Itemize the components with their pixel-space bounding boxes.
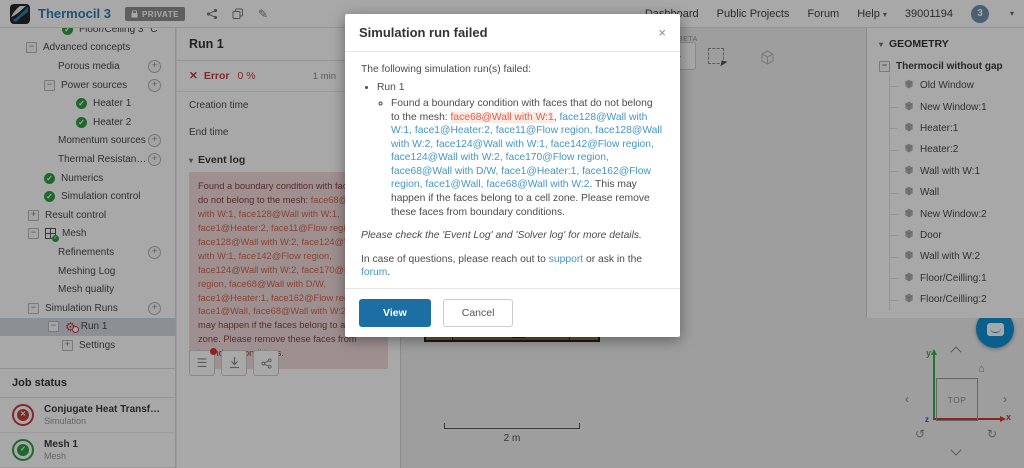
support-link[interactable]: support	[549, 254, 583, 265]
forum-link[interactable]: forum	[361, 267, 387, 278]
close-icon[interactable]: ×	[658, 26, 666, 39]
failed-run-item: Run 1 Found a boundary condition with fa…	[377, 81, 664, 219]
face-link-highlighted[interactable]: face68@Wall with W:1	[450, 111, 554, 123]
view-button[interactable]: View	[359, 299, 431, 328]
modal-title: Simulation run failed	[359, 25, 488, 40]
modal-body: The following simulation run(s) failed: …	[345, 52, 680, 288]
simulation-failed-modal: Simulation run failed × The following si…	[345, 14, 680, 338]
cancel-button[interactable]: Cancel	[442, 299, 514, 328]
error-detail: Found a boundary condition with faces th…	[391, 97, 664, 219]
modal-note: Please check the 'Event Log' and 'Solver…	[361, 230, 642, 242]
app-window: Thermocil 3 PRIVATE ✎ Dashboard Public P…	[0, 0, 1024, 468]
modal-questions: In case of questions, please reach out t…	[361, 253, 643, 278]
modal-intro: The following simulation run(s) failed:	[361, 64, 531, 75]
